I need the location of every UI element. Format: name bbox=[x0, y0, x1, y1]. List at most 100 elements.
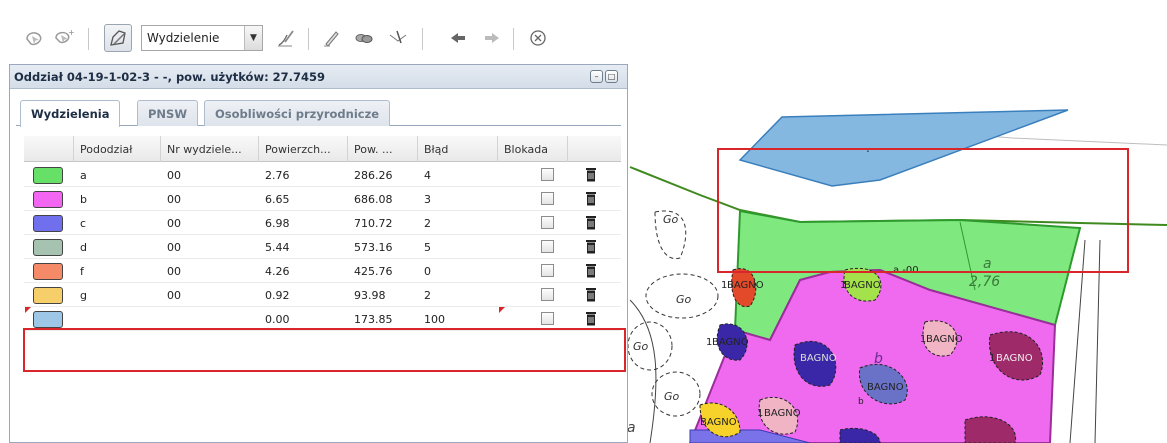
column-blokada[interactable]: Blokada bbox=[498, 136, 568, 162]
table-row[interactable]: d 00 5.44 573.16 5 bbox=[24, 235, 621, 259]
column-pow[interactable]: Pow. ... bbox=[348, 136, 418, 162]
delete-icon[interactable] bbox=[585, 311, 597, 326]
table-row[interactable]: c 00 6.98 710.72 2 bbox=[24, 211, 621, 235]
cell-pododzial: g bbox=[80, 289, 87, 302]
cell-powierzchnia: 6.98 bbox=[265, 217, 290, 230]
map-label-a-area: 2,76 bbox=[969, 274, 1000, 290]
blokada-checkbox[interactable] bbox=[541, 216, 554, 229]
cut-icon[interactable] bbox=[384, 24, 412, 52]
delete-icon[interactable] bbox=[585, 167, 597, 182]
cell-pow: 573.16 bbox=[354, 241, 393, 254]
cell-pow: 173.85 bbox=[354, 313, 393, 326]
row-highlight-box bbox=[23, 328, 626, 372]
panel-title: Oddział 04-19-1-02-3 - -, pow. użytków: … bbox=[14, 70, 326, 84]
map-label-go4: Go bbox=[664, 390, 680, 403]
map-label-b: b bbox=[874, 351, 883, 367]
color-swatch[interactable] bbox=[33, 191, 63, 208]
tab-wydzielenia[interactable]: Wydzielenia bbox=[20, 100, 121, 127]
cell-blad: 2 bbox=[424, 289, 431, 302]
map-label-bagno-6: BAGNO bbox=[996, 353, 1033, 364]
map-label-one-5: 1 bbox=[989, 353, 995, 364]
blokada-checkbox[interactable] bbox=[541, 312, 554, 325]
cell-blad: 4 bbox=[424, 169, 431, 182]
dirty-marker bbox=[25, 307, 31, 313]
arrow-right-icon[interactable] bbox=[478, 24, 506, 52]
color-swatch[interactable] bbox=[33, 311, 63, 328]
column-nr-wydzielenia[interactable]: Nr wydziele... bbox=[161, 136, 259, 162]
division-panel: Oddział 04-19-1-02-3 - -, pow. użytków: … bbox=[9, 64, 628, 443]
layer-select[interactable]: Wydzielenie ▼ bbox=[141, 25, 263, 51]
cell-blad: 5 bbox=[424, 241, 431, 254]
map-label-bagno-9: BAGNO bbox=[700, 417, 737, 428]
column-pododzial[interactable]: Pododział bbox=[74, 136, 161, 162]
tab-osobliwosci[interactable]: Osobliwości przyrodnicze bbox=[204, 100, 391, 126]
map-label-bagno-1: BAGNO bbox=[727, 280, 764, 291]
color-swatch[interactable] bbox=[33, 239, 63, 256]
cell-nr-wydzielenia: 00 bbox=[167, 289, 181, 302]
tab-pnsw[interactable]: PNSW bbox=[137, 100, 199, 126]
panel-tabs: Wydzielenia PNSW Osobliwości przyrodnicz… bbox=[16, 98, 621, 127]
cell-powierzchnia: 5.44 bbox=[265, 241, 290, 254]
blokada-checkbox[interactable] bbox=[541, 288, 554, 301]
cell-blad: 3 bbox=[424, 193, 431, 206]
map-label-bagno-2: BAGNO bbox=[844, 280, 881, 291]
color-swatch[interactable] bbox=[33, 287, 63, 304]
chevron-down-icon[interactable]: ▼ bbox=[244, 26, 262, 50]
split-line-icon[interactable] bbox=[272, 24, 300, 52]
delete-icon[interactable] bbox=[585, 215, 597, 230]
map-label-a-bottom: a bbox=[627, 420, 636, 436]
cell-pow: 93.98 bbox=[354, 289, 386, 302]
color-swatch[interactable] bbox=[33, 167, 63, 184]
merge-icon[interactable] bbox=[350, 24, 378, 52]
map-label-one-6: 1 bbox=[757, 408, 763, 419]
cell-nr-wydzielenia: 00 bbox=[167, 193, 181, 206]
select-multi-icon[interactable]: + bbox=[50, 24, 78, 52]
dirty-marker bbox=[499, 307, 505, 313]
color-swatch[interactable] bbox=[33, 215, 63, 232]
layer-select-value: Wydzielenie bbox=[147, 31, 220, 45]
blokada-checkbox[interactable] bbox=[541, 192, 554, 205]
column-powierzchnia[interactable]: Powierzch... bbox=[259, 136, 348, 162]
table-row[interactable]: a 00 2.76 286.26 4 bbox=[24, 163, 621, 187]
select-shape-icon[interactable] bbox=[20, 24, 48, 52]
cell-powierzchnia: 4.26 bbox=[265, 265, 290, 278]
map-label-go1: Go bbox=[663, 213, 679, 226]
map-highlight-box bbox=[717, 148, 1129, 273]
map-label-b-small: b bbox=[858, 397, 864, 407]
cell-pow: 425.76 bbox=[354, 265, 393, 278]
minimize-icon[interactable]: – bbox=[590, 70, 603, 83]
delete-icon[interactable] bbox=[585, 239, 597, 254]
delete-icon[interactable] bbox=[585, 287, 597, 302]
blokada-checkbox[interactable] bbox=[541, 240, 554, 253]
map-toolbar: + Wydzielenie ▼ bbox=[0, 18, 1167, 64]
maximize-icon[interactable]: □ bbox=[605, 70, 618, 83]
table-row[interactable]: b 00 6.65 686.08 3 bbox=[24, 187, 621, 211]
cell-nr-wydzielenia: 00 bbox=[167, 265, 181, 278]
panel-header[interactable]: Oddział 04-19-1-02-3 - -, pow. użytków: … bbox=[10, 65, 627, 89]
cell-nr-wydzielenia: 00 bbox=[167, 241, 181, 254]
cell-nr-wydzielenia: 00 bbox=[167, 217, 181, 230]
cell-powierzchnia: 2.76 bbox=[265, 169, 290, 182]
table-row[interactable]: f 00 4.26 425.76 0 bbox=[24, 259, 621, 283]
cell-pododzial: f bbox=[80, 265, 84, 278]
cell-pododzial: d bbox=[80, 241, 87, 254]
delete-icon[interactable] bbox=[585, 263, 597, 278]
blokada-checkbox[interactable] bbox=[541, 264, 554, 277]
edit-pencil-icon[interactable] bbox=[318, 24, 346, 52]
map-label-go2: Go bbox=[676, 293, 692, 306]
column-blad[interactable]: Błąd bbox=[418, 136, 498, 162]
cell-pow: 686.08 bbox=[354, 193, 393, 206]
arrow-left-icon[interactable] bbox=[444, 24, 472, 52]
cell-pododzial: b bbox=[80, 193, 87, 206]
delete-icon[interactable] bbox=[585, 191, 597, 206]
table-header: Pododział Nr wydziele... Powierzch... Po… bbox=[24, 136, 621, 162]
cell-blad: 100 bbox=[424, 313, 445, 326]
table-row[interactable]: g 00 0.92 93.98 2 bbox=[24, 283, 621, 307]
column-color[interactable] bbox=[24, 136, 74, 162]
map-label-bagno-3: BAGNO bbox=[712, 337, 749, 348]
color-swatch[interactable] bbox=[33, 263, 63, 280]
cell-pododzial: a bbox=[80, 169, 87, 182]
blokada-checkbox[interactable] bbox=[541, 168, 554, 181]
draw-polygon-icon[interactable] bbox=[104, 24, 132, 52]
close-circle-icon[interactable] bbox=[524, 24, 552, 52]
